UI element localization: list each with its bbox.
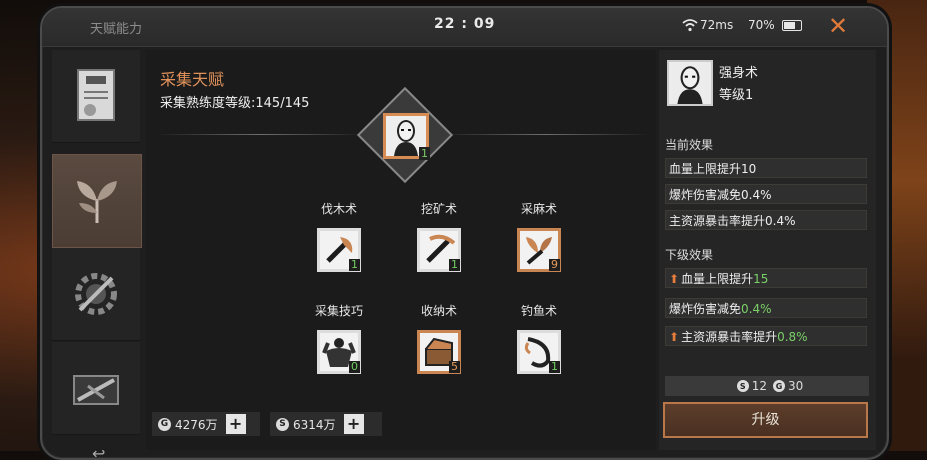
upgrade-button[interactable]: 升级 bbox=[663, 402, 868, 438]
skill-name: 挖矿术 bbox=[420, 202, 457, 216]
divider-left bbox=[156, 134, 366, 135]
silver-cost: 12 bbox=[751, 379, 767, 393]
certificate-icon bbox=[77, 69, 115, 121]
sidebar-item-combat[interactable] bbox=[52, 342, 140, 435]
next-effect-value: 0.8% bbox=[777, 330, 808, 344]
sidebar-item-gathering[interactable] bbox=[52, 154, 142, 248]
skill-name: 收纳术 bbox=[420, 304, 457, 318]
skill-name: 采集技巧 bbox=[314, 304, 363, 318]
skill-icon-frame[interactable]: 9 bbox=[517, 228, 561, 272]
gathering-leaf-icon bbox=[77, 181, 117, 223]
skill-logging[interactable]: 伐木术 1 bbox=[294, 200, 384, 272]
bald-head-icon bbox=[677, 66, 703, 104]
current-effect-row: 血量上限提升10 bbox=[665, 158, 867, 178]
gear-tool-icon bbox=[75, 273, 117, 315]
window-title: 天赋能力 bbox=[90, 22, 143, 37]
next-effect-value: 15 bbox=[753, 272, 769, 286]
next-effects-title: 下级效果 bbox=[665, 248, 714, 262]
current-effect-row: 主资源暴击率提升0.4% bbox=[665, 210, 867, 230]
skill-name: 伐木术 bbox=[320, 202, 357, 216]
skill-icon-frame[interactable]: 1 bbox=[317, 228, 361, 272]
skill-gathering-technique[interactable]: 采集技巧 0 bbox=[294, 302, 384, 374]
category-sidebar bbox=[52, 50, 142, 450]
silver-coin-icon: S bbox=[276, 417, 289, 431]
next-effect-row: ⬆ 血量上限提升15 bbox=[665, 268, 867, 288]
talent-portrait bbox=[667, 60, 713, 106]
skill-level: 0 bbox=[349, 360, 360, 373]
silver-coin-icon: S bbox=[736, 380, 749, 392]
battery-icon bbox=[782, 20, 802, 31]
gold-cost: 30 bbox=[788, 379, 804, 393]
gold-currency: G 4276万 + bbox=[152, 412, 260, 436]
gold-coin-icon: G bbox=[158, 417, 171, 431]
skill-icon-frame[interactable]: 5 bbox=[417, 330, 461, 374]
current-effects-title: 当前效果 bbox=[665, 138, 714, 152]
talent-window: 天赋能力 22 : 09 72ms 70% ✕ 采集天赋 采集熟练度等级:145… bbox=[40, 6, 889, 460]
close-button[interactable]: ✕ bbox=[828, 12, 848, 40]
next-effect-text: 主资源暴击率提升 bbox=[681, 330, 778, 344]
sidebar-item-certificate[interactable] bbox=[52, 50, 140, 143]
arrow-up-icon: ⬆ bbox=[669, 272, 680, 286]
gold-amount: 4276万 bbox=[175, 417, 218, 432]
core-talent-node[interactable]: 1 bbox=[356, 86, 454, 184]
arrow-up-icon: ⬆ bbox=[669, 330, 680, 344]
next-effect-text: 爆炸伤害减免 bbox=[669, 302, 742, 316]
skill-icon-frame[interactable]: 0 bbox=[317, 330, 361, 374]
skill-storage[interactable]: 收纳术 5 bbox=[394, 302, 484, 374]
skill-level: 1 bbox=[549, 360, 560, 373]
next-effect-row: ⬆ 主资源暴击率提升0.8% bbox=[665, 326, 867, 346]
skill-fishing[interactable]: 钓鱼术 1 bbox=[494, 302, 584, 374]
skill-icon-frame[interactable]: 1 bbox=[517, 330, 561, 374]
back-arrow-icon[interactable]: ↩ bbox=[92, 444, 105, 458]
skill-name: 采麻术 bbox=[520, 202, 557, 216]
talent-detail-panel: 强身术 等级1 当前效果 血量上限提升10 爆炸伤害减免0.4% 主资源暴击率提… bbox=[659, 50, 876, 450]
proficiency-level: 采集熟练度等级:145/145 bbox=[160, 96, 310, 111]
skill-hemp[interactable]: 采麻术 9 bbox=[494, 200, 584, 272]
next-effect-value: 0.4% bbox=[741, 302, 772, 316]
sidebar-item-crafting[interactable] bbox=[52, 248, 140, 341]
silver-amount: 6314万 bbox=[293, 417, 336, 432]
weapon-icon bbox=[73, 375, 119, 405]
battery-percent: 70% bbox=[748, 18, 775, 32]
skill-level: 5 bbox=[449, 360, 460, 373]
talent-name: 强身术 bbox=[719, 66, 759, 81]
skill-icon-frame[interactable]: 1 bbox=[417, 228, 461, 272]
talent-tree-panel: 采集天赋 采集熟练度等级:145/145 1 伐木术 1 挖矿术 1 采麻术 9… bbox=[146, 50, 656, 450]
status-bar: 天赋能力 22 : 09 72ms 70% ✕ bbox=[42, 8, 887, 47]
current-effect-row: 爆炸伤害减免0.4% bbox=[665, 184, 867, 204]
ping-value: 72ms bbox=[700, 18, 734, 32]
skill-name: 钓鱼术 bbox=[520, 304, 557, 318]
skill-level: 9 bbox=[549, 258, 560, 271]
page-title: 采集天赋 bbox=[160, 70, 225, 89]
gold-coin-icon: G bbox=[773, 380, 785, 392]
talent-level: 等级1 bbox=[719, 88, 754, 103]
skill-level: 1 bbox=[349, 258, 360, 271]
add-silver-button[interactable]: + bbox=[343, 414, 364, 434]
skill-mining[interactable]: 挖矿术 1 bbox=[394, 200, 484, 272]
add-gold-button[interactable]: + bbox=[225, 414, 246, 434]
next-effect-text: 血量上限提升 bbox=[681, 272, 754, 286]
clock: 22 : 09 bbox=[434, 16, 496, 32]
core-level: 1 bbox=[419, 147, 430, 160]
upgrade-cost: S 12 G 30 bbox=[665, 376, 869, 396]
divider-right bbox=[440, 134, 650, 135]
wifi-icon bbox=[682, 19, 698, 32]
skill-level: 1 bbox=[449, 258, 460, 271]
next-effect-row: 爆炸伤害减免0.4% bbox=[665, 298, 867, 318]
silver-currency: S 6314万 + bbox=[270, 412, 382, 436]
